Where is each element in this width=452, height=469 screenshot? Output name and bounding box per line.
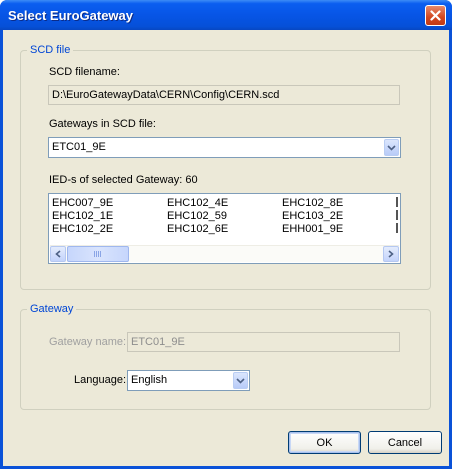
gateway-dropdown-button[interactable] <box>384 139 399 156</box>
scd-filename-label: SCD filename: <box>49 66 120 78</box>
language-dropdown-button[interactable] <box>233 372 248 389</box>
scroll-thumb[interactable] <box>67 246 129 262</box>
gateway-name-field: ETC01_9E <box>127 332 400 352</box>
ied-list-hscrollbar[interactable] <box>50 245 399 262</box>
chevron-down-icon <box>236 377 245 384</box>
chevron-down-icon <box>387 144 396 151</box>
language-select-value: English <box>131 374 168 386</box>
gateway-select-value: ETC01_9E <box>52 141 106 153</box>
scd-filename-field[interactable]: D:\EuroGatewayData\CERN\Config\CERN.scd <box>48 85 400 105</box>
language-select[interactable]: English <box>127 370 250 391</box>
ok-button[interactable]: OK <box>288 431 361 454</box>
gateway-group: Gateway <box>20 303 431 410</box>
gateway-name-label: Gateway name: <box>49 336 127 348</box>
ied-item[interactable]: EHC102_2E <box>52 223 113 235</box>
close-icon <box>430 10 441 21</box>
title-bar[interactable]: Select EuroGateway <box>0 0 452 30</box>
ied-item[interactable]: EHC007_9E <box>52 197 113 209</box>
cancel-button[interactable]: Cancel <box>368 431 442 454</box>
ied-item[interactable]: EHC103_2E <box>282 210 343 222</box>
dialog-body: SCD file SCD filename: D:\EuroGatewayDat… <box>3 30 449 466</box>
ied-item[interactable]: EHC102_1E <box>52 210 113 222</box>
scd-file-legend: SCD file <box>30 44 71 56</box>
ied-item[interactable]: EHC102_4E <box>167 197 228 209</box>
ied-item[interactable]: EHC102_8E <box>282 197 343 209</box>
gateway-legend: Gateway <box>30 303 74 315</box>
grip-icon <box>94 251 102 257</box>
window-title: Select EuroGateway <box>8 8 133 23</box>
arrow-right-icon <box>388 250 394 258</box>
scroll-left-button[interactable] <box>50 246 66 262</box>
ied-list[interactable]: EHC007_9E EHC102_1E EHC102_2E EHC102_4E … <box>48 193 401 264</box>
ieds-label: IED-s of selected Gateway: 60 <box>49 174 198 186</box>
ied-item-clipped <box>396 197 398 207</box>
dialog-window: Select EuroGateway SCD file SCD filename… <box>0 0 452 469</box>
scroll-right-button[interactable] <box>383 246 399 262</box>
close-button[interactable] <box>425 5 446 26</box>
arrow-left-icon <box>55 250 61 258</box>
ied-item[interactable]: EHC102_59 <box>167 210 227 222</box>
gateway-select[interactable]: ETC01_9E <box>48 137 401 158</box>
ied-item[interactable]: EHH001_9E <box>282 223 343 235</box>
ied-item-clipped <box>396 223 398 233</box>
ied-item[interactable]: EHC102_6E <box>167 223 228 235</box>
language-label: Language: <box>74 374 126 386</box>
gateways-label: Gateways in SCD file: <box>49 118 156 130</box>
ied-item-clipped <box>396 210 398 220</box>
